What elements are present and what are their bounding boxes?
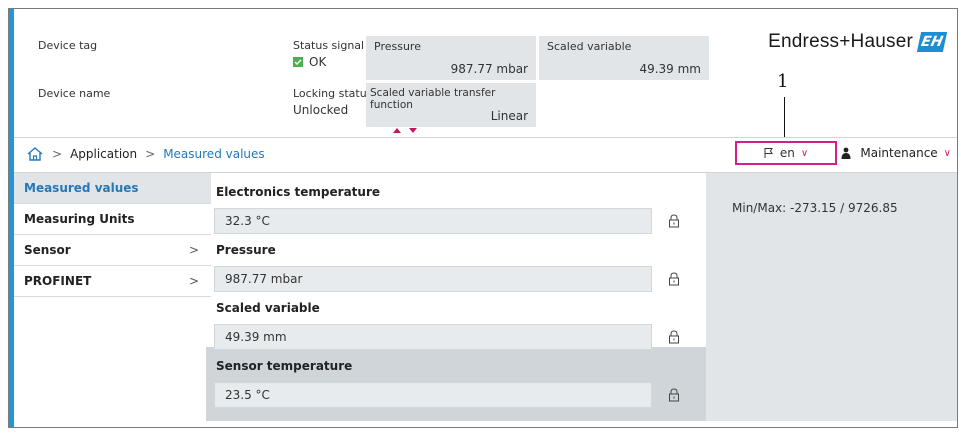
device-tag-label: Device tag xyxy=(38,39,98,52)
lock-icon xyxy=(668,388,680,402)
field-label-electronics-temperature: Electronics temperature xyxy=(216,185,381,199)
tile-pressure[interactable]: Pressure 987.77 mbar xyxy=(366,36,536,80)
tile-scaled-variable[interactable]: Scaled variable 49.39 mm xyxy=(539,36,709,80)
brand-name: Endress+Hauser xyxy=(768,31,913,52)
lock-icon xyxy=(668,214,680,228)
user-icon xyxy=(840,147,852,159)
sidebar-item-label: PROFINET xyxy=(24,274,92,288)
min-max-info: Min/Max: -273.15 / 9726.85 xyxy=(732,201,898,215)
chevron-down-icon: ∨ xyxy=(800,147,809,159)
sidebar-item-measured-values[interactable]: Measured values xyxy=(14,173,211,204)
flag-icon xyxy=(764,147,774,159)
breadcrumb-measured-values[interactable]: Measured values xyxy=(163,147,264,161)
sidebar: Measured values Measuring Units Sensor >… xyxy=(14,173,211,297)
sidebar-item-measuring-units[interactable]: Measuring Units xyxy=(14,204,211,235)
lock-icon xyxy=(668,272,680,286)
tile-title: Pressure xyxy=(374,40,421,53)
lock-icon xyxy=(668,330,680,344)
language-value: en xyxy=(779,146,795,160)
sidebar-item-label: Measured values xyxy=(24,181,139,195)
sidebar-item-label: Measuring Units xyxy=(24,212,135,226)
user-role-menu[interactable]: Maintenance ∨ xyxy=(840,146,951,160)
brand-mark-icon: EH xyxy=(916,32,948,52)
tile-value: Linear xyxy=(490,109,528,123)
nav-bar: > Application > Measured values en ∨ Mai… xyxy=(14,137,957,173)
status-signal: OK xyxy=(293,55,326,69)
breadcrumb-application[interactable]: Application xyxy=(70,147,137,161)
tile-value: 987.77 mbar xyxy=(450,62,528,76)
check-icon xyxy=(293,57,303,67)
chevron-right-icon: > xyxy=(188,243,199,257)
breadcrumb-separator: > xyxy=(145,147,156,161)
field-label-pressure: Pressure xyxy=(216,243,276,257)
field-label-sensor-temperature: Sensor temperature xyxy=(216,359,353,373)
field-sensor-temperature: 23.5 °C xyxy=(214,382,652,408)
breadcrumb: > Application > Measured values xyxy=(26,146,265,162)
sidebar-item-label: Sensor xyxy=(24,243,71,257)
tile-title: Scaled variable xyxy=(547,40,632,53)
tile-scroll-arrows[interactable] xyxy=(393,128,417,133)
field-label-scaled-variable: Scaled variable xyxy=(216,301,320,315)
chevron-down-icon: ∨ xyxy=(943,147,951,159)
field-scaled-variable: 49.39 mm xyxy=(214,324,652,350)
status-signal-label: Status signal xyxy=(293,39,365,52)
sidebar-item-sensor[interactable]: Sensor > xyxy=(14,235,211,266)
locking-status-value: Unlocked xyxy=(293,103,349,117)
tile-title: Scaled variable transfer function xyxy=(370,87,496,111)
language-selector[interactable]: en ∨ xyxy=(735,141,837,165)
callout-number: 1 xyxy=(777,71,789,92)
sidebar-item-profinet[interactable]: PROFINET > xyxy=(14,266,211,297)
user-role-label: Maintenance xyxy=(860,146,938,160)
locking-status-label: Locking status xyxy=(293,87,373,100)
main-panel: Electronics temperature 32.3 °C Pressure… xyxy=(206,173,706,421)
status-signal-value: OK xyxy=(309,55,327,69)
up-arrow-icon[interactable] xyxy=(393,128,401,133)
home-icon[interactable] xyxy=(26,146,44,162)
callout-line xyxy=(784,97,785,142)
down-arrow-icon[interactable] xyxy=(409,128,417,133)
tile-value: 49.39 mm xyxy=(639,62,701,76)
field-pressure: 987.77 mbar xyxy=(214,266,652,292)
app-frame: Device tag Device name Status signal OK … xyxy=(8,8,958,428)
chevron-right-icon: > xyxy=(188,274,199,288)
info-panel: Min/Max: -273.15 / 9726.85 xyxy=(706,173,957,421)
brand-logo: Endress+Hauser EH xyxy=(768,31,948,53)
tile-transfer-function[interactable]: Scaled variable transfer function Linear xyxy=(366,83,536,127)
breadcrumb-separator: > xyxy=(52,147,63,161)
device-name-label: Device name xyxy=(38,87,111,100)
field-electronics-temperature: 32.3 °C xyxy=(214,208,652,234)
